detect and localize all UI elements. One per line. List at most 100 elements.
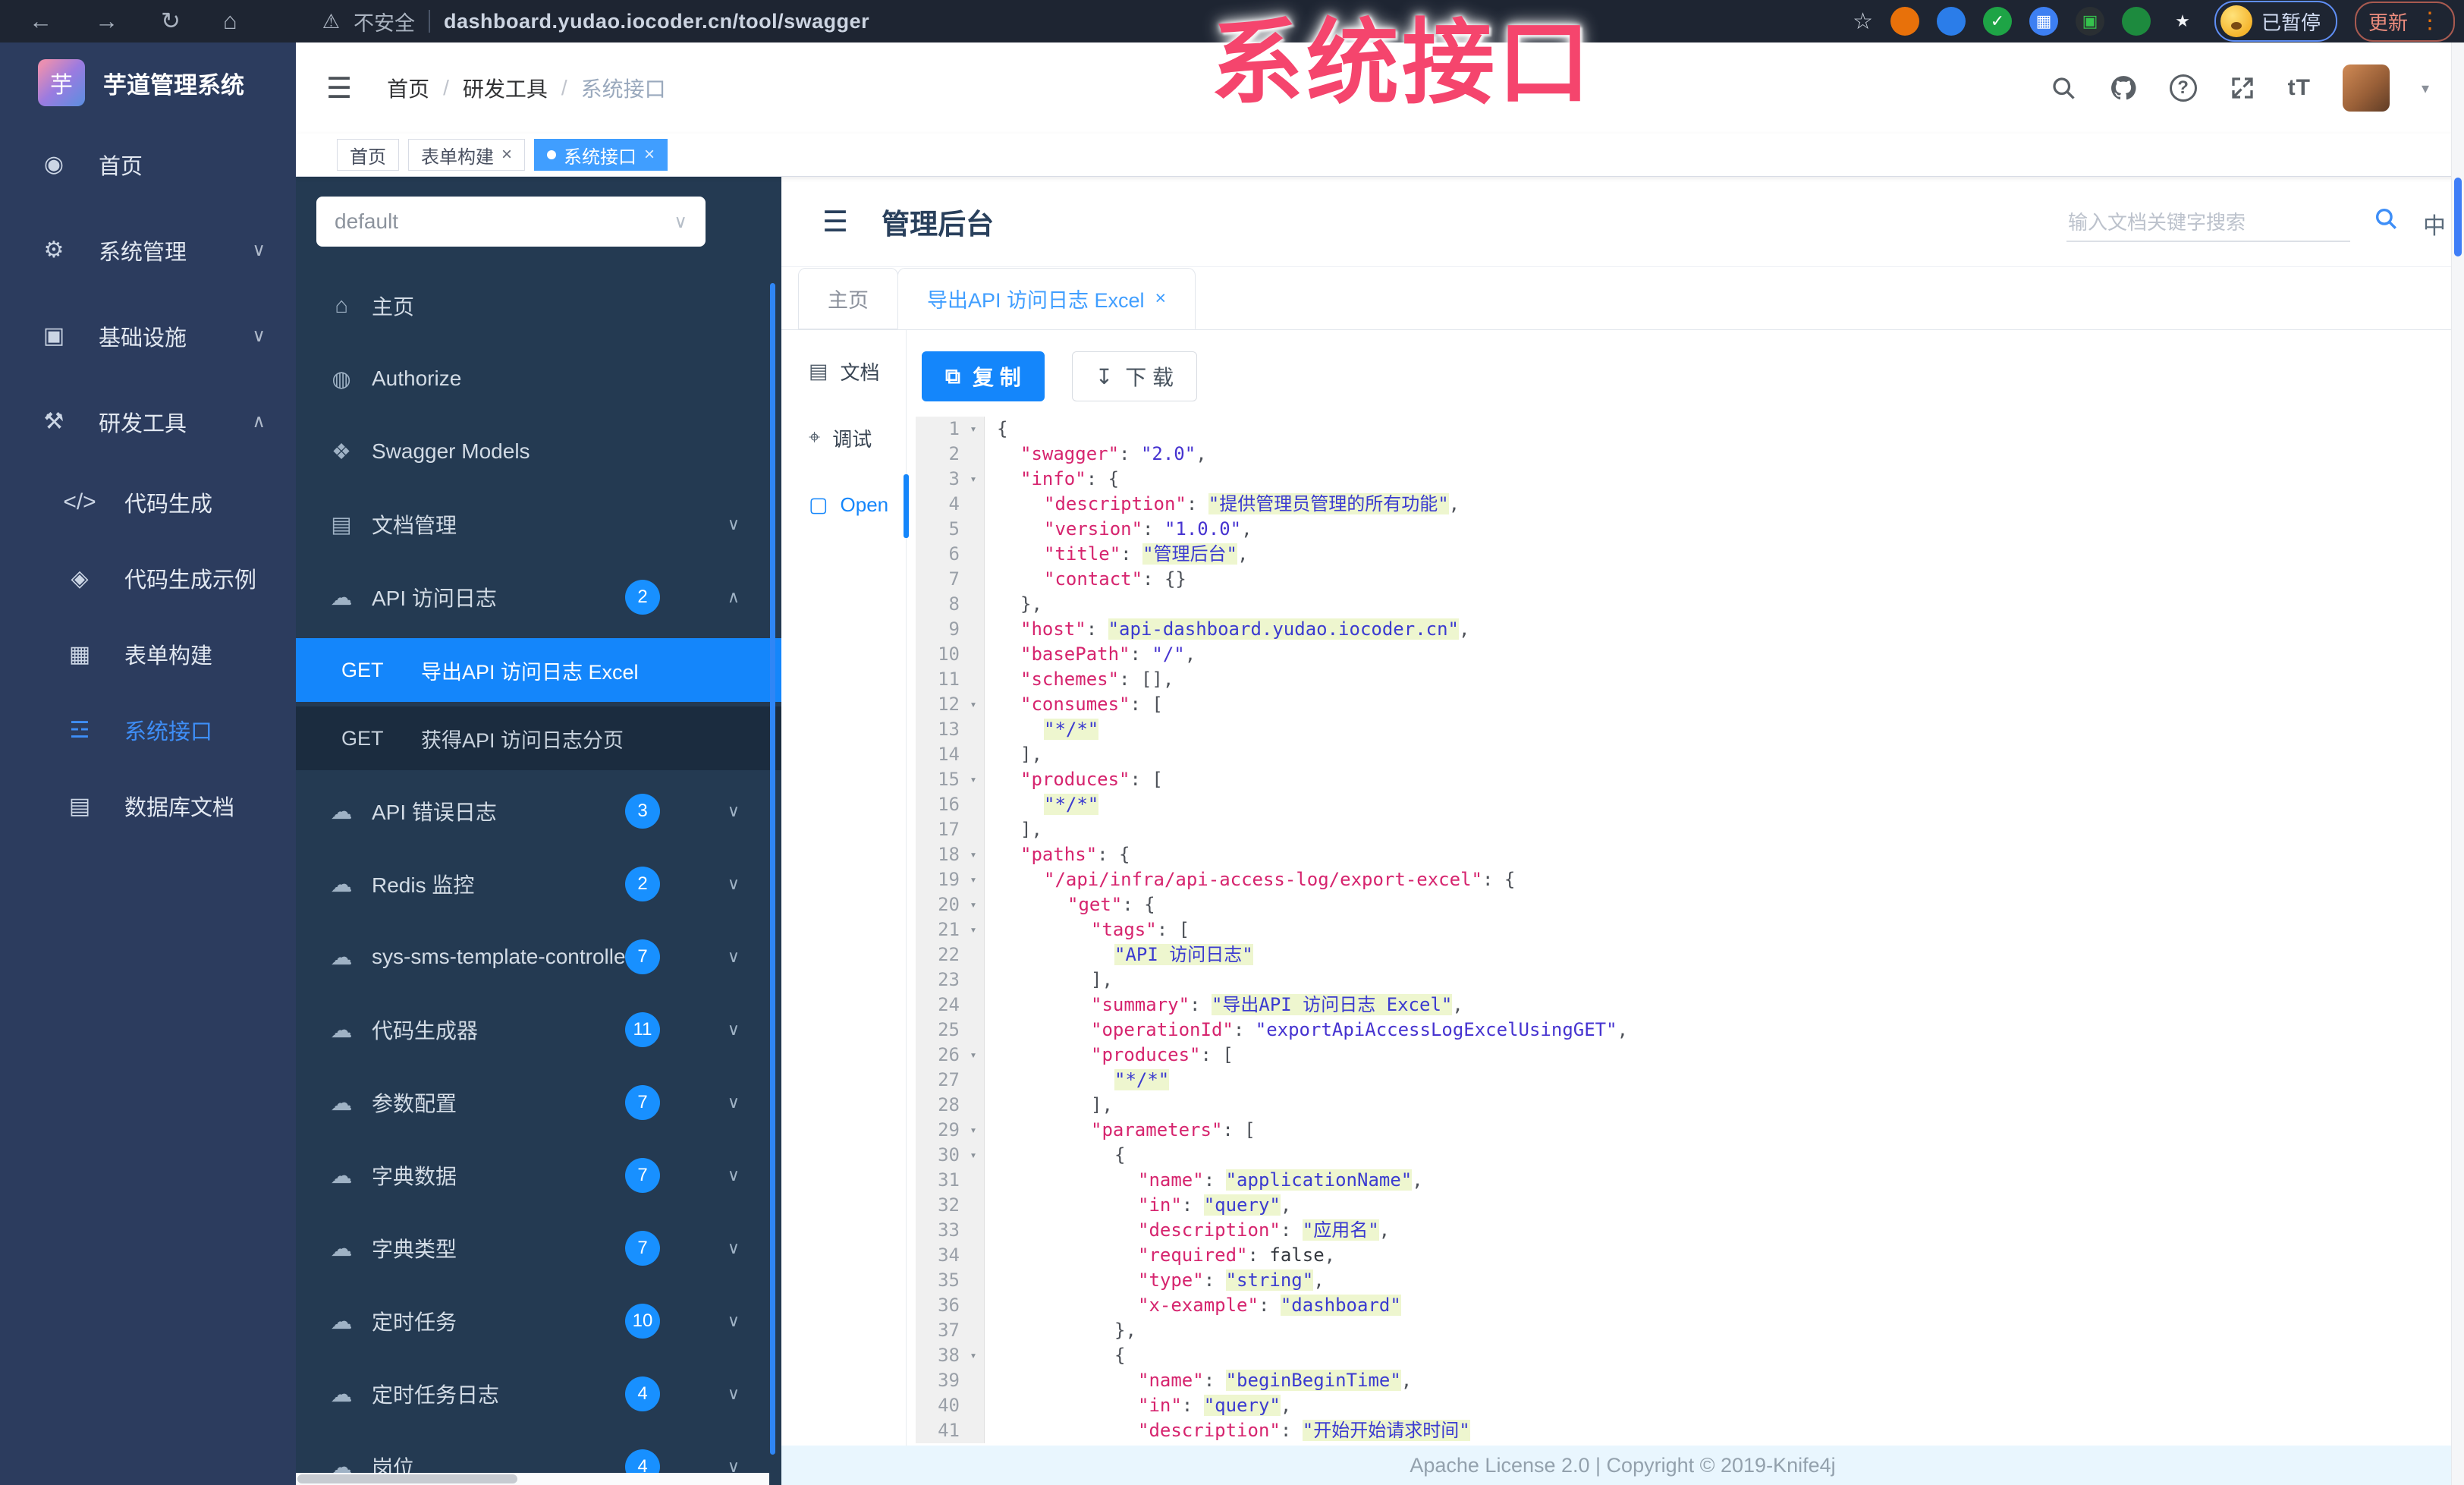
api-menu-scheduled-job-log[interactable]: ☁ 定时任务日志 4 ∨ [296, 1358, 781, 1430]
fold-caret-icon[interactable]: ▾ [963, 467, 985, 492]
fold-caret-icon[interactable]: ▾ [963, 417, 985, 442]
doc-tab-export-access-log[interactable]: 导出API 访问日志 Excel × [897, 268, 1196, 329]
doc-nav-debug[interactable]: ⌖ 调试 [781, 404, 906, 471]
scrollbar-thumb[interactable] [2454, 178, 2462, 256]
avatar-caret-icon[interactable]: ▾ [2422, 79, 2429, 98]
reload-icon[interactable]: ↻ [161, 8, 181, 35]
breadcrumb-current: 系统接口 [580, 77, 666, 101]
forward-icon[interactable]: → [95, 8, 118, 35]
help-icon[interactable]: ? [2169, 74, 2197, 102]
fold-caret-icon[interactable]: ▾ [963, 1343, 985, 1368]
sidebar-item-form-build[interactable]: ▦ 表单构建 [0, 616, 296, 692]
api-menu-redis-monitor[interactable]: ☁ Redis 监控 2 ∨ [296, 848, 781, 920]
download-button[interactable]: ↧ 下 载 [1071, 351, 1198, 401]
api-menu-dict-type[interactable]: ☁ 字典类型 7 ∨ [296, 1212, 781, 1285]
chrome-update-button[interactable]: 更新 ⋮ [2354, 1, 2455, 42]
fold-caret-icon[interactable]: ▾ [963, 1043, 985, 1068]
line-number: 21 [916, 917, 963, 942]
doc-nav-doc[interactable]: ▤ 文档 [781, 338, 906, 404]
browser-menu-icon[interactable]: ⋮ [2418, 10, 2441, 33]
api-menu-scheduled-job[interactable]: ☁ 定时任务 10 ∨ [296, 1285, 781, 1358]
sidebar-item-devtools[interactable]: ⚒ 研发工具 ∧ [0, 379, 296, 464]
copy-button[interactable]: ⧉ 复 制 [922, 351, 1045, 401]
user-avatar[interactable] [2342, 64, 2390, 112]
api-menu-dict-data[interactable]: ☁ 字典数据 7 ∨ [296, 1139, 781, 1212]
github-icon[interactable] [2109, 74, 2138, 102]
doc-nav-open[interactable]: ▢ Open [781, 471, 906, 538]
api-menu-code-generator[interactable]: ☁ 代码生成器 11 ∨ [296, 993, 781, 1066]
fold-caret-icon[interactable]: ▾ [963, 917, 985, 942]
address-bar[interactable]: ⚠ 不安全 dashboard.yudao.iocoder.cn/tool/sw… [322, 7, 869, 36]
fold-caret-icon[interactable]: ▾ [963, 1118, 985, 1143]
code-line: 27 "*/*" [916, 1068, 2464, 1093]
bookmark-star-icon[interactable]: ☆ [1853, 8, 1873, 35]
tampermonkey-extension-icon[interactable]: ▣ [2075, 7, 2104, 36]
doc-search-icon[interactable] [2373, 206, 2399, 235]
sidebar-item-codegen-demo[interactable]: ◈ 代码生成示例 [0, 540, 296, 616]
count-badge: 7 [625, 939, 660, 974]
font-size-icon[interactable]: tT [2288, 75, 2311, 101]
sidebar-item-infra[interactable]: ▣ 基础设施 ∨ [0, 293, 296, 379]
api-op-export-access-log[interactable]: GET 导出API 访问日志 Excel [296, 638, 781, 702]
drop-blue-extension-icon[interactable] [1936, 7, 1966, 36]
api-menu-api-error-log[interactable]: ☁ API 错误日志 3 ∨ [296, 775, 781, 848]
tag-view-home[interactable]: 首页 [337, 139, 399, 171]
api-op-label: 获得API 访问日志分页 [421, 728, 624, 752]
line-number: 36 [916, 1293, 963, 1318]
close-icon[interactable]: × [501, 144, 512, 165]
fullscreen-icon[interactable] [2229, 74, 2256, 102]
swagger-json-editor[interactable]: 1 ▾{2 "swagger": "2.0", 3 ▾ "info": {4 "descri… [916, 417, 2464, 1446]
circle-orange-extension-icon[interactable] [1890, 7, 1919, 36]
code-text: "schemes": [], [1020, 669, 1174, 690]
api-sidebar-hscrollbar[interactable] [296, 1473, 769, 1485]
api-menu-home[interactable]: ⌂ 主页 [296, 269, 781, 342]
code-line: 18 ▾ "paths": { [916, 842, 2464, 867]
tag-view-system-api[interactable]: 系统接口 × [534, 139, 668, 171]
close-icon[interactable]: × [644, 144, 655, 165]
check-green-extension-icon[interactable]: ✓ [1982, 7, 2012, 36]
line-number: 40 [916, 1393, 963, 1418]
fold-caret-icon[interactable]: ▾ [963, 842, 985, 867]
api-group-select[interactable]: default ∨ [316, 197, 706, 247]
api-sidebar-scrollbar[interactable] [770, 283, 775, 1455]
breadcrumb-devtools[interactable]: 研发工具 [463, 73, 548, 103]
window-scrollbar[interactable] [2451, 42, 2464, 1485]
grid-blue-extension-icon[interactable]: ▦ [2029, 7, 2058, 36]
menu-fold-icon[interactable]: ☰ [822, 205, 848, 239]
code-icon: </> [63, 489, 96, 514]
sidebar-item-codegen[interactable]: </> 代码生成 [0, 464, 296, 540]
api-menu-sms-template[interactable]: ☁ sys-sms-template-controller 7 ∨ [296, 920, 781, 993]
leaf-green-extension-icon[interactable] [2121, 7, 2151, 36]
fold-caret-icon[interactable]: ▾ [963, 767, 985, 792]
sidebar-item-db-doc[interactable]: ▤ 数据库文档 [0, 768, 296, 844]
sidebar-item-system-api[interactable]: ☲ 系统接口 [0, 692, 296, 768]
sidebar-item-system[interactable]: ⚙ 系统管理 ∨ [0, 207, 296, 293]
profile-paused-badge[interactable]: 已暂停 [2214, 1, 2337, 42]
hamburger-icon[interactable]: ☰ [326, 71, 352, 105]
doc-tab-home[interactable]: 主页 [798, 268, 898, 329]
api-menu-doc-manage[interactable]: ▤ 文档管理 ∨ [296, 488, 781, 561]
doc-search-input[interactable] [2066, 204, 2350, 242]
code-line: 38 ▾ { [916, 1343, 2464, 1368]
api-menu-swagger-models[interactable]: ❖ Swagger Models [296, 415, 781, 488]
language-switch-icon[interactable]: 中 [2423, 207, 2446, 241]
api-menu-param-config[interactable]: ☁ 参数配置 7 ∨ [296, 1066, 781, 1139]
api-op-get-access-log-page[interactable]: GET 获得API 访问日志分页 [296, 706, 781, 770]
back-icon[interactable]: ← [29, 8, 52, 35]
fold-caret-icon[interactable]: ▾ [963, 692, 985, 717]
fold-caret-icon[interactable]: ▾ [963, 867, 985, 892]
star-white-extension-icon[interactable]: ★ [2168, 7, 2197, 36]
app-logo[interactable]: 芋 芋道管理系统 [0, 42, 296, 111]
api-menu-authorize[interactable]: ◍ Authorize [296, 342, 781, 415]
home-icon[interactable]: ⌂ [223, 8, 237, 35]
api-menu-api-access-log[interactable]: ☁ API 访问日志 2 ∧ [296, 561, 781, 634]
fold-caret-icon[interactable]: ▾ [963, 892, 985, 917]
search-icon[interactable] [2050, 74, 2077, 102]
breadcrumb-home[interactable]: 首页 [387, 73, 429, 103]
api-menu-label: 字典数据 [372, 1165, 457, 1188]
update-label: 更新 [2368, 11, 2408, 34]
fold-caret-icon[interactable]: ▾ [963, 1143, 985, 1168]
close-icon[interactable]: × [1155, 288, 1167, 310]
sidebar-item-home[interactable]: ◉ 首页 [0, 121, 296, 207]
tag-view-form-build[interactable]: 表单构建 × [408, 139, 526, 171]
